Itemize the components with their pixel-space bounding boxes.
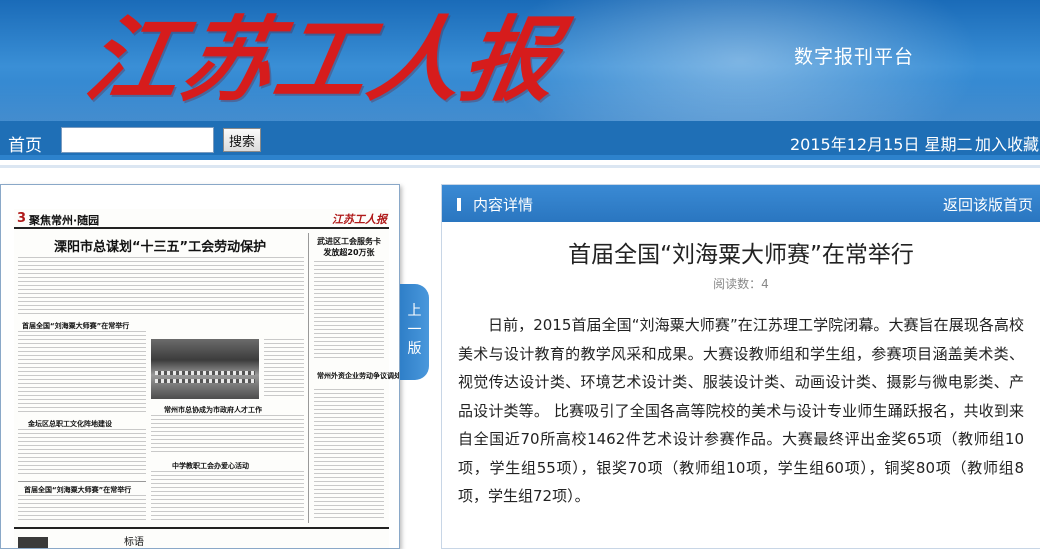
add-favorite-link[interactable]: 加入收藏	[975, 131, 1039, 155]
mini-headline[interactable]: 金坛区总职工文化阵地建设	[28, 419, 112, 429]
page-headline[interactable]: 溧阳市总谋划“十三五”工会劳动保护	[54, 236, 266, 255]
mini-headline[interactable]: 首届全国“刘海粟大师赛”在常举行	[22, 321, 129, 331]
photo-detail	[155, 379, 255, 383]
search-button[interactable]: 搜索	[223, 128, 261, 152]
page-number: 3	[17, 211, 27, 226]
home-link[interactable]: 首页	[8, 131, 42, 156]
article-text-block[interactable]	[151, 415, 304, 455]
bottom-image[interactable]	[18, 537, 48, 548]
mini-headline[interactable]: 常州外资企业劳动争议调处机制	[317, 371, 399, 381]
read-count: 阅读数：4	[713, 277, 769, 291]
prev-tab-char: 版	[407, 341, 422, 357]
back-to-page-link[interactable]: 返回该版首页	[943, 194, 1033, 215]
newspaper-page[interactable]: 3 聚焦常州·随园 江苏工人报 溧阳市总谋划“十三五”工会劳动保护 武进区工会服…	[14, 209, 399, 548]
prev-tab-char: 一	[407, 322, 422, 338]
newspaper-page-viewer[interactable]: 3 聚焦常州·随园 江苏工人报 溧阳市总谋划“十三五”工会劳动保护 武进区工会服…	[0, 184, 400, 549]
page-masthead: 江苏工人报	[332, 213, 387, 226]
header-banner: 江苏工人报 数字报刊平台	[0, 0, 1040, 121]
article-text-block[interactable]	[18, 429, 146, 477]
nav-divider	[0, 165, 1040, 168]
article-text-block[interactable]	[314, 389, 384, 519]
bottom-strip-title[interactable]: 标语	[124, 533, 144, 548]
article-text-block[interactable]	[314, 261, 384, 361]
newspaper-logo[interactable]: 江苏工人报	[78, 4, 568, 116]
article-text-block[interactable]	[18, 331, 146, 413]
column-rule	[308, 233, 309, 523]
mini-headline[interactable]: 首届全国“刘海粟大师赛”在常举行	[24, 485, 131, 495]
panel-label: 内容详情	[473, 196, 534, 214]
article-panel: 内容详情 返回该版首页 首届全国“刘海粟大师赛”在常举行 阅读数：4 日前，20…	[441, 184, 1040, 549]
search-input[interactable]	[61, 127, 214, 153]
page-side-headline[interactable]: 武进区工会服务卡发放超20万张	[314, 236, 384, 258]
current-date: 2015年12月15日 星期二	[790, 135, 973, 154]
article-body: 日前，2015首届全国“刘海粟大师赛”在江苏理工学院闭幕。大赛旨在展现各高校美术…	[458, 316, 1024, 505]
article-text-block[interactable]	[264, 339, 304, 399]
platform-label: 数字报刊平台	[794, 46, 915, 68]
nav-bar: 首页 搜索 2015年12月15日 星期二 加入收藏	[0, 121, 1040, 160]
page-section: 聚焦常州·随园	[29, 214, 100, 227]
page-header: 3 聚焦常州·随园 江苏工人报	[14, 209, 389, 229]
mini-headline[interactable]: 中学教职工会办爱心活动	[172, 461, 249, 471]
article-title: 首届全国“刘海粟大师赛”在常举行	[568, 242, 914, 268]
news-photo[interactable]	[151, 339, 259, 399]
photo-detail	[155, 371, 255, 375]
mini-headline[interactable]: 常州市总协成为市政府人才工作	[164, 405, 262, 415]
prev-tab-char: 上	[407, 303, 422, 319]
panel-marker-icon	[457, 198, 461, 211]
previous-page-button[interactable]: 上 一 版	[400, 284, 429, 380]
article-text-block[interactable]	[18, 257, 304, 315]
article-text-block[interactable]	[151, 471, 304, 521]
article-text-block[interactable]	[18, 495, 146, 523]
page-bottom-strip: 标语	[14, 527, 389, 548]
column-rule	[18, 481, 146, 482]
article-panel-header: 内容详情 返回该版首页	[442, 185, 1040, 222]
